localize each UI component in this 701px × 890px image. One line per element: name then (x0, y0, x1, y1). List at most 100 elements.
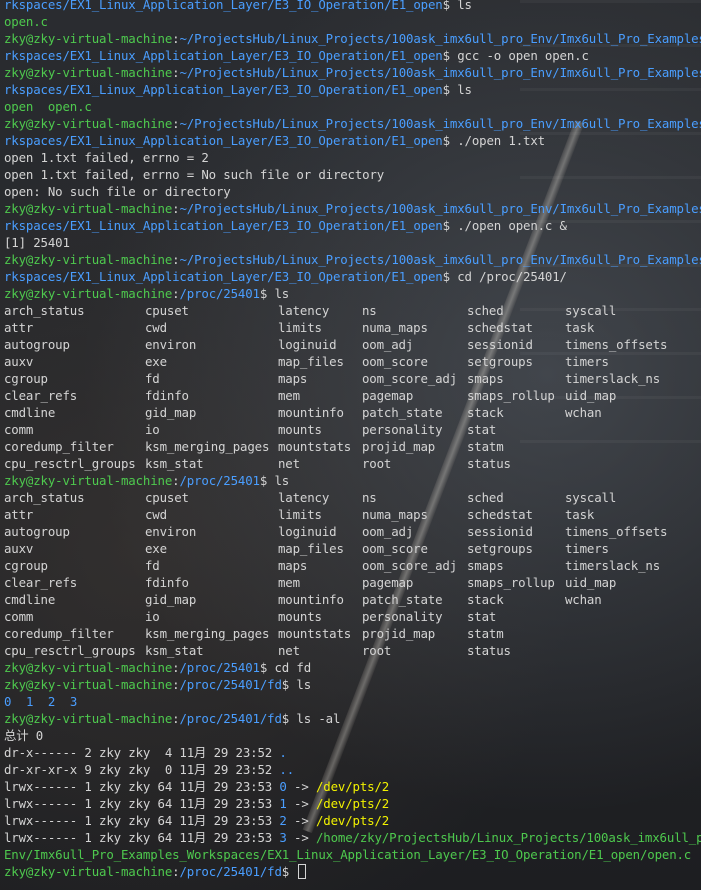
command-text: ls (274, 286, 290, 301)
listing-entry: maps (278, 371, 308, 386)
listing-entry: autogroup (4, 337, 70, 352)
prompt-path: /proc/25401/fd (179, 864, 282, 879)
listing-entry: fd (145, 371, 160, 386)
listing-entry: oom_score_adj (362, 558, 458, 573)
prompt-path: ~/ProjectsHub/Linux_Projects/100ask_imx6… (179, 252, 701, 267)
listing-entry: cpuset (145, 490, 189, 505)
prompt-path: /proc/25401 (179, 660, 260, 675)
listing-entry: smaps_rollup (467, 575, 555, 590)
output-line: open: No such file or directory (4, 183, 231, 200)
listing-entry: exe (145, 541, 167, 556)
listing-entry: syscall (565, 303, 617, 318)
ls-al-row: lrwx------ 1 zky zky 64 11月 29 23:53 3 -… (4, 829, 701, 846)
listing-entry: syscall (565, 490, 617, 505)
prompt-line: zky@zky-virtual-machine:~/ProjectsHub/Li… (4, 64, 701, 81)
listing-entry: timens_offsets (565, 337, 668, 352)
prompt-dollar: $ (259, 286, 275, 301)
output-line: open open.c (4, 98, 92, 115)
prompt-line: zky@zky-virtual-machine:~/ProjectsHub/Li… (4, 30, 701, 47)
listing-entry: mountinfo (278, 405, 344, 420)
prompt-user: zky@zky-virtual-machine (4, 201, 173, 216)
prompt-dollar: $ (281, 677, 297, 692)
symlink-arrow: -> (286, 796, 316, 811)
listing-entry: arch_status (4, 490, 85, 505)
listing-entry: stat (467, 609, 497, 624)
prompt-line-wrapped: rkspaces/EX1_Linux_Application_Layer/E3_… (4, 268, 567, 285)
listing-entry: auxv (4, 354, 34, 369)
listing-entry: net (278, 643, 300, 658)
output-line: [1] 25401 (4, 234, 70, 251)
listing-entry: fd (145, 558, 160, 573)
listing-entry: limits (278, 507, 322, 522)
prompt-path: ~/ProjectsHub/Linux_Projects/100ask_imx6… (179, 201, 701, 216)
listing-row: arch_status cpuset latency ns sched syscall (0, 489, 701, 506)
listing-row: arch_status cpuset latency ns sched syscall (0, 302, 701, 319)
prompt-dollar: $ (442, 48, 458, 63)
listing-entry: ksm_stat (145, 643, 204, 658)
listing-entry: sched (467, 490, 504, 505)
prompt-line: zky@zky-virtual-machine:/proc/25401$ ls (4, 285, 289, 302)
prompt-dollar: $ (442, 133, 458, 148)
prompt-path: /proc/25401/fd (179, 711, 282, 726)
listing-entry: mem (278, 388, 300, 403)
prompt-dollar: $ (442, 218, 458, 233)
listing-row: clear_refs fdinfo mem pagemap smaps_rollup ui… (0, 387, 701, 404)
symlink-arrow: -> (286, 830, 316, 845)
prompt-line: zky@zky-virtual-machine:~/ProjectsHub/Li… (4, 251, 701, 268)
command-text: ls (274, 473, 290, 488)
output-text: open 1.txt failed, errno = 2 (4, 150, 209, 165)
listing-row: cmdline gid_map mountinfo patch_state stack w… (0, 404, 701, 421)
prompt-user: zky@zky-virtual-machine (4, 286, 173, 301)
listing-entry: comm (4, 609, 34, 624)
prompt-path-continued: rkspaces/EX1_Linux_Application_Layer/E3_… (4, 82, 443, 97)
listing-row: attr cwd limits numa_maps schedstat task (0, 506, 701, 523)
listing-entry: sessionid (467, 337, 533, 352)
listing-entry: stack (467, 592, 504, 607)
output-text: open: No such file or directory (4, 184, 231, 199)
file-metadata: lrwx------ 1 zky zky 64 11月 29 23:53 (4, 813, 280, 828)
listing-entry: personality (362, 609, 443, 624)
command-text: ls (296, 677, 312, 692)
listing-entry: numa_maps (362, 320, 428, 335)
command-text: cd /proc/25401/ (457, 269, 567, 284)
listing-entry: limits (278, 320, 322, 335)
listing-entry: sched (467, 303, 504, 318)
listing-entry: ns (362, 490, 377, 505)
terminal-window[interactable]: rkspaces/EX1_Linux_Application_Layer/E3_… (0, 0, 701, 890)
ls-al-row: lrwx------ 1 zky zky 64 11月 29 23:53 1 -… (4, 795, 389, 812)
listing-entry: timerslack_ns (565, 558, 661, 573)
ls-al-row: lrwx------ 1 zky zky 64 11月 29 23:53 2 -… (4, 812, 389, 829)
listing-entry: environ (145, 524, 197, 539)
prompt-path: /proc/25401/fd (179, 677, 282, 692)
listing-entry: map_files (278, 541, 344, 556)
file-metadata: dr-xr-xr-x 9 zky zky 0 11月 29 23:52 (4, 762, 280, 777)
file-name: 2 (279, 813, 287, 828)
listing-entry: io (145, 422, 160, 437)
listing-entry: latency (278, 490, 330, 505)
listing-entry: schedstat (467, 507, 533, 522)
prompt-path-continued: rkspaces/EX1_Linux_Application_Layer/E3_… (4, 0, 443, 12)
listing-entry: fdinfo (145, 575, 189, 590)
listing-entry: comm (4, 422, 34, 437)
prompt-user: zky@zky-virtual-machine (4, 864, 173, 879)
text-cursor[interactable] (298, 864, 307, 879)
listing-entry: pagemap (362, 388, 414, 403)
listing-entry: cmdline (4, 405, 56, 420)
listing-entry: root (362, 456, 392, 471)
prompt-path: ~/ProjectsHub/Linux_Projects/100ask_imx6… (179, 65, 701, 80)
listing-entry: timens_offsets (565, 524, 668, 539)
listing-entry: mounts (278, 609, 322, 624)
listing-entry: ns (362, 303, 377, 318)
prompt-dollar: $ (442, 82, 458, 97)
listing-entry: net (278, 456, 300, 471)
listing-row: coredump_filter ksm_merging_pages mountsta… (0, 438, 701, 455)
listing-entry: cgroup (4, 371, 48, 386)
listing-entry: status (467, 456, 511, 471)
prompt-user: zky@zky-virtual-machine (4, 31, 173, 46)
output-line: open 1.txt failed, errno = No such file … (4, 166, 384, 183)
listing-entry: mountinfo (278, 592, 344, 607)
prompt-line: zky@zky-virtual-machine:/proc/25401/fd$ … (4, 676, 311, 693)
file-name: 0 (279, 779, 287, 794)
listing-entry: patch_state (362, 405, 443, 420)
listing-entry: mountstats (278, 439, 352, 454)
